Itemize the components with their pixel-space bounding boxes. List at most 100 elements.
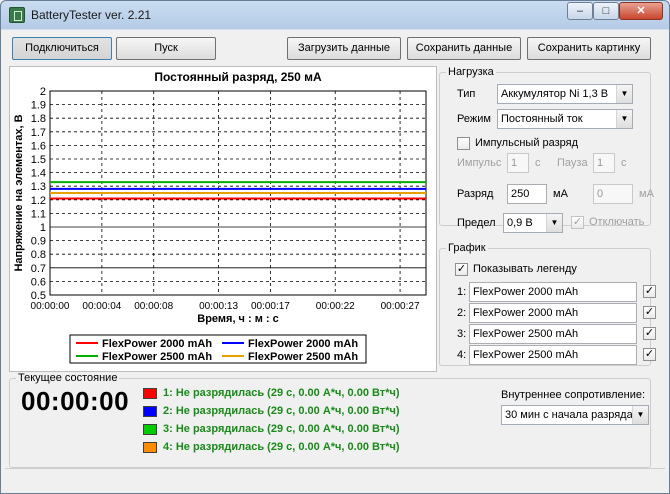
mode-label: Режим: [457, 113, 491, 125]
y-tick-label: 0.7: [31, 263, 46, 275]
y-tick-label: 0.8: [31, 249, 46, 261]
series-name-input-2[interactable]: FlexPower 2000 mAh: [469, 303, 637, 323]
y-tick-label: 1: [40, 222, 46, 234]
legend-label-4: FlexPower 2500 mAh: [248, 351, 358, 363]
connect-button[interactable]: Подключиться: [12, 37, 112, 60]
pause-unit: с: [621, 157, 627, 169]
series-visible-checkbox-3[interactable]: ✓: [643, 327, 656, 340]
series-name-input-3[interactable]: FlexPower 2500 mAh: [469, 324, 637, 344]
chevron-down-icon: ▼: [616, 110, 632, 128]
save-picture-button[interactable]: Сохранить картинку: [527, 37, 651, 60]
series-index-2: 2:: [457, 307, 467, 319]
mode-select-value: Постоянный ток: [501, 113, 583, 125]
save-data-button[interactable]: Сохранить данные: [407, 37, 521, 60]
close-button[interactable]: ✕: [619, 2, 663, 20]
pause-input[interactable]: 1: [593, 153, 615, 173]
channel-3-color-swatch: [143, 424, 157, 435]
show-legend-label: Показывать легенду: [473, 263, 577, 275]
y-tick-label: 1.9: [31, 100, 46, 112]
series-name-input-1[interactable]: FlexPower 2000 mAh: [469, 282, 637, 302]
discharge-chart: Постоянный разряд, 250 мА 0.5 0.6 0.7 0.8 0.9…: [9, 66, 437, 372]
series-visible-checkbox-2[interactable]: ✓: [643, 306, 656, 319]
type-select[interactable]: Аккумулятор Ni 1,3 В ▼: [497, 84, 633, 104]
series-visible-checkbox-1[interactable]: ✓: [643, 285, 656, 298]
battery-app-icon: [9, 7, 25, 23]
client-area: Подключиться Пуск Загрузить данные Сохра…: [5, 30, 665, 490]
x-tick-label: 00:00:13: [199, 301, 238, 312]
series-index-1: 1:: [457, 286, 467, 298]
y-tick-label: 2: [40, 86, 46, 98]
current-state-title: Текущее состояние: [18, 372, 118, 384]
impulse-unit: с: [535, 157, 541, 169]
limit-select[interactable]: 0,9 В ▼: [503, 213, 563, 233]
show-legend-checkbox[interactable]: ✓: [455, 263, 468, 276]
limit-label: Предел: [457, 217, 496, 229]
series-visible-checkbox-4[interactable]: ✓: [643, 348, 656, 361]
title-bar[interactable]: BatteryTester ver. 2.21 – □ ✕: [1, 1, 669, 29]
x-tick-label: 00:00:17: [251, 301, 290, 312]
y-tick-label: 1.2: [31, 195, 46, 207]
app-window: BatteryTester ver. 2.21 – □ ✕ Подключить…: [0, 0, 670, 494]
x-tick-label: 00:00:27: [381, 301, 420, 312]
discharge-current-input[interactable]: 250: [507, 184, 547, 204]
pulse-discharge-checkbox[interactable]: [457, 137, 470, 150]
chevron-down-icon: ▼: [546, 214, 562, 232]
chart-title: Постоянный разряд, 250 мА: [154, 70, 322, 84]
legend-label-3: FlexPower 2500 mAh: [102, 351, 212, 363]
internal-resistance-value: 30 мин с начала разряда: [505, 409, 633, 421]
y-tick-label: 1.6: [31, 140, 46, 152]
y-tick-label: 0.9: [31, 236, 46, 248]
legend-label-2: FlexPower 2000 mAh: [248, 338, 358, 350]
channel-2-status: 2: Не разрядилась (29 с, 0.00 А*ч, 0.00 …: [163, 405, 400, 417]
limit-select-value: 0,9 В: [507, 217, 533, 229]
type-select-value: Аккумулятор Ni 1,3 В: [501, 88, 609, 100]
y-axis-label: Напряжение на элементах, В: [13, 114, 25, 271]
y-tick-label: 1.8: [31, 113, 46, 125]
mode-select[interactable]: Постоянный ток ▼: [497, 109, 633, 129]
y-tick-label: 0.6: [31, 276, 46, 288]
start-button[interactable]: Пуск: [116, 37, 216, 60]
discharge-current-input-2[interactable]: 0: [593, 184, 633, 204]
chevron-down-icon: ▼: [632, 406, 648, 424]
load-group-title: Нагрузка: [448, 66, 494, 78]
type-label: Тип: [457, 88, 476, 100]
graph-group-title: График: [448, 242, 486, 254]
y-tick-label: 1.7: [31, 127, 46, 139]
channel-1-status: 1: Не разрядилась (29 с, 0.00 А*ч, 0.00 …: [163, 387, 400, 399]
pulse-discharge-label: Импульсный разряд: [475, 137, 579, 149]
y-tick-label: 1.3: [31, 181, 46, 193]
channel-1-color-swatch: [143, 388, 157, 399]
channel-3-status: 3: Не разрядилась (29 с, 0.00 А*ч, 0.00 …: [163, 423, 400, 435]
internal-resistance-label: Внутреннее сопротивление:: [501, 389, 646, 401]
maximize-button[interactable]: □: [593, 2, 619, 20]
x-tick-label: 00:00:00: [31, 301, 70, 312]
discharge-unit: мА: [553, 188, 568, 200]
load-data-button[interactable]: Загрузить данные: [287, 37, 401, 60]
internal-resistance-select[interactable]: 30 мин с начала разряда ▼: [501, 405, 649, 425]
y-tick-label: 1.5: [31, 154, 46, 166]
minimize-button[interactable]: –: [567, 2, 593, 20]
impulse-label: Импульс: [457, 157, 502, 169]
elapsed-timer: 00:00:00: [21, 386, 130, 416]
chevron-down-icon: ▼: [616, 85, 632, 103]
channel-4-status: 4: Не разрядилась (29 с, 0.00 А*ч, 0.00 …: [163, 441, 400, 453]
x-tick-label: 00:00:04: [82, 301, 121, 312]
window-title: BatteryTester ver. 2.21: [31, 8, 152, 22]
series-index-3: 3:: [457, 328, 467, 340]
legend-label-1: FlexPower 2000 mAh: [102, 338, 212, 350]
discharge-unit-2: мА: [639, 188, 654, 200]
disconnect-checkbox[interactable]: ✓: [571, 216, 584, 229]
discharge-label: Разряд: [457, 188, 494, 200]
channel-2-color-swatch: [143, 406, 157, 417]
x-axis-label: Время, ч : м : с: [197, 313, 279, 325]
impulse-input[interactable]: 1: [507, 153, 529, 173]
disconnect-label: Отключать: [589, 216, 645, 228]
pause-label: Пауза: [557, 157, 588, 169]
series-index-4: 4:: [457, 349, 467, 361]
y-tick-label: 1.1: [31, 208, 46, 220]
x-tick-label: 00:00:08: [134, 301, 173, 312]
x-tick-label: 00:00:22: [316, 301, 355, 312]
status-bar: [5, 468, 665, 488]
chart-svg: Постоянный разряд, 250 мА0.50.60.70.80.9…: [13, 70, 427, 364]
series-name-input-4[interactable]: FlexPower 2500 mAh: [469, 345, 637, 365]
